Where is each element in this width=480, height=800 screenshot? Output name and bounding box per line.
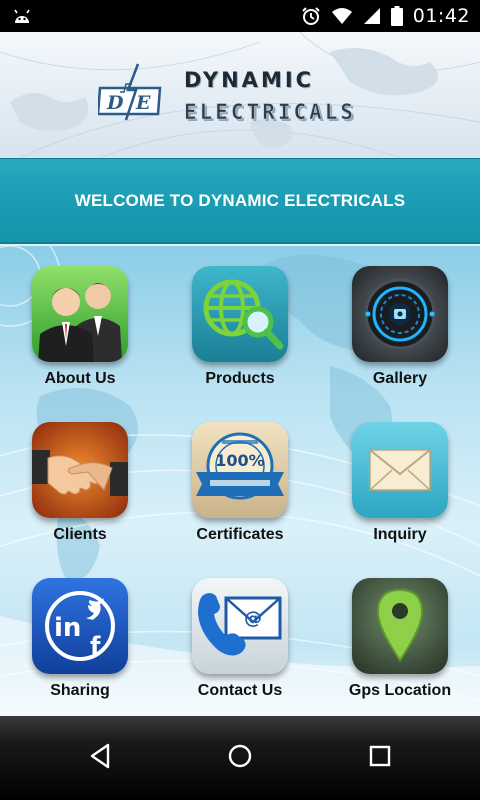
svg-text:E: E — [135, 92, 151, 114]
app-header: D E DYNAMIC ELECTRICALS — [0, 32, 480, 158]
home-icon — [228, 744, 252, 773]
menu-item-label: About Us — [44, 370, 116, 387]
menu-grid: About Us Products Gallery Clients 100% C… — [0, 246, 480, 716]
alarm-icon — [301, 6, 321, 26]
globe-search-icon — [192, 266, 288, 362]
menu-item-gallery[interactable]: Gallery — [325, 266, 475, 416]
camera-lens-icon — [352, 266, 448, 362]
navigation-bar — [0, 716, 480, 800]
svg-text:100%: 100% — [215, 451, 264, 470]
menu-item-label: Sharing — [50, 682, 110, 699]
svg-text:@: @ — [244, 608, 262, 629]
header-background — [0, 32, 480, 158]
menu-item-inquiry[interactable]: Inquiry — [325, 422, 475, 572]
recents-icon — [369, 745, 391, 772]
menu-item-label: Certificates — [196, 526, 284, 543]
svg-text:D: D — [106, 92, 124, 114]
menu-item-sharing[interactable]: in f Sharing — [5, 578, 155, 716]
menu-item-clients[interactable]: Clients — [5, 422, 155, 572]
guarantee-seal-icon: 100% — [192, 422, 288, 518]
menu-item-contact-us[interactable]: @ Contact Us — [165, 578, 315, 716]
svg-text:f: f — [90, 632, 101, 660]
map-pin-icon — [352, 578, 448, 674]
menu-item-label: Products — [205, 370, 275, 387]
status-bar: 01:42 — [0, 0, 480, 32]
svg-text:in: in — [54, 613, 81, 643]
menu-item-label: Gallery — [372, 370, 428, 387]
menu-item-label: Inquiry — [373, 526, 427, 543]
battery-icon — [390, 6, 403, 26]
back-icon — [89, 743, 111, 774]
status-time: 01:42 — [412, 5, 470, 27]
social-share-icon: in f — [32, 578, 128, 674]
wifi-icon — [331, 7, 353, 25]
back-button[interactable] — [50, 716, 150, 800]
android-debug-icon — [12, 7, 32, 25]
signal-icon — [363, 7, 381, 25]
welcome-text: WELCOME TO DYNAMIC ELECTRICALS — [74, 190, 406, 210]
home-button[interactable] — [190, 716, 290, 800]
logo-title-line1: DYNAMIC — [184, 68, 315, 92]
recents-button[interactable] — [330, 716, 430, 800]
menu-item-label: Clients — [53, 526, 107, 543]
menu-item-products[interactable]: Products — [165, 266, 315, 416]
phone-mail-icon: @ — [192, 578, 288, 674]
menu-item-label: Contact Us — [197, 682, 283, 699]
logo-mark: D E — [98, 63, 162, 121]
welcome-banner: WELCOME TO DYNAMIC ELECTRICALS — [0, 158, 480, 244]
menu-item-label: Gps Location — [348, 682, 452, 699]
menu-item-about-us[interactable]: About Us — [5, 266, 155, 416]
envelope-icon — [352, 422, 448, 518]
menu-item-gps-location[interactable]: Gps Location — [325, 578, 475, 716]
menu-item-certificates[interactable]: 100% Certificates — [165, 422, 315, 572]
people-icon — [32, 266, 128, 362]
logo-title-line2: ELECTRICALS — [184, 100, 357, 125]
handshake-icon — [32, 422, 128, 518]
